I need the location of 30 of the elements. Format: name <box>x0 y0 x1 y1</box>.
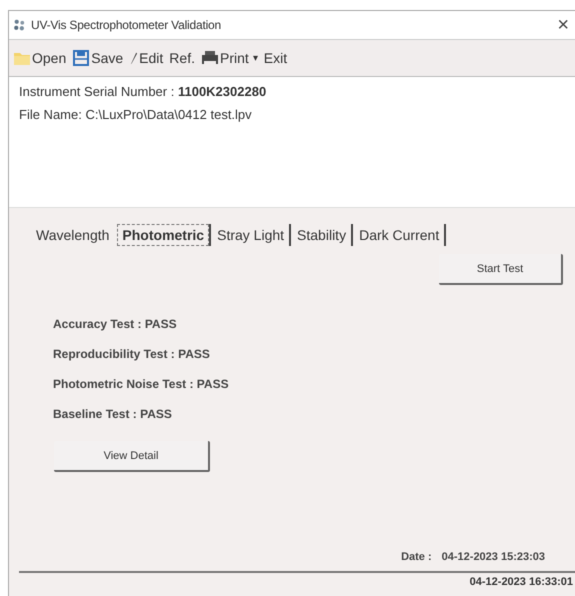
toolbar-button[interactable]: Open <box>13 50 66 66</box>
app-icon <box>13 18 26 32</box>
serial-number: 1100K2302280 <box>178 84 266 99</box>
toolbar-button[interactable]: Print ▾ <box>200 50 258 66</box>
test-result: Accuracy Test : PASS <box>53 317 178 333</box>
status-timestamp: 04-12-2023 16:33:01 <box>470 576 573 588</box>
toolbar-button[interactable]: Edit <box>129 50 164 66</box>
tab[interactable]: Stray Light <box>212 224 290 246</box>
view-detail-button[interactable]: View Detail <box>54 441 210 472</box>
toolbar-button[interactable]: Save <box>72 50 124 66</box>
file-name: File Name: C:\LuxPro\Data\0412 test.lpv <box>19 107 252 122</box>
pencil-icon <box>129 50 138 66</box>
test-result: Baseline Test : PASS <box>53 407 173 423</box>
serial-label: Instrument Serial Number : <box>19 84 174 99</box>
folder-icon <box>13 50 31 66</box>
tab[interactable]: Wavelength <box>31 224 114 246</box>
date-value: 04-12-2023 15:23:03 <box>442 551 545 563</box>
window-title: UV-Vis Spectrophotometer Validation <box>31 18 222 32</box>
close-button[interactable]: × <box>557 14 569 36</box>
tab[interactable]: Dark Current <box>354 224 444 246</box>
printer-icon <box>200 50 219 66</box>
test-result: Photometric Noise Test : PASS <box>53 377 230 393</box>
tab[interactable]: Stability <box>292 224 352 246</box>
save-icon <box>72 50 90 66</box>
toolbar-button[interactable]: Exit <box>264 50 288 66</box>
date-label: Date : <box>401 551 432 563</box>
start-test-button[interactable]: Start Test <box>439 254 563 285</box>
tab[interactable]: Photometric <box>117 224 210 246</box>
test-result: Reproducibility Test : PASS <box>53 347 211 363</box>
toolbar-button[interactable]: Ref. <box>169 50 195 66</box>
